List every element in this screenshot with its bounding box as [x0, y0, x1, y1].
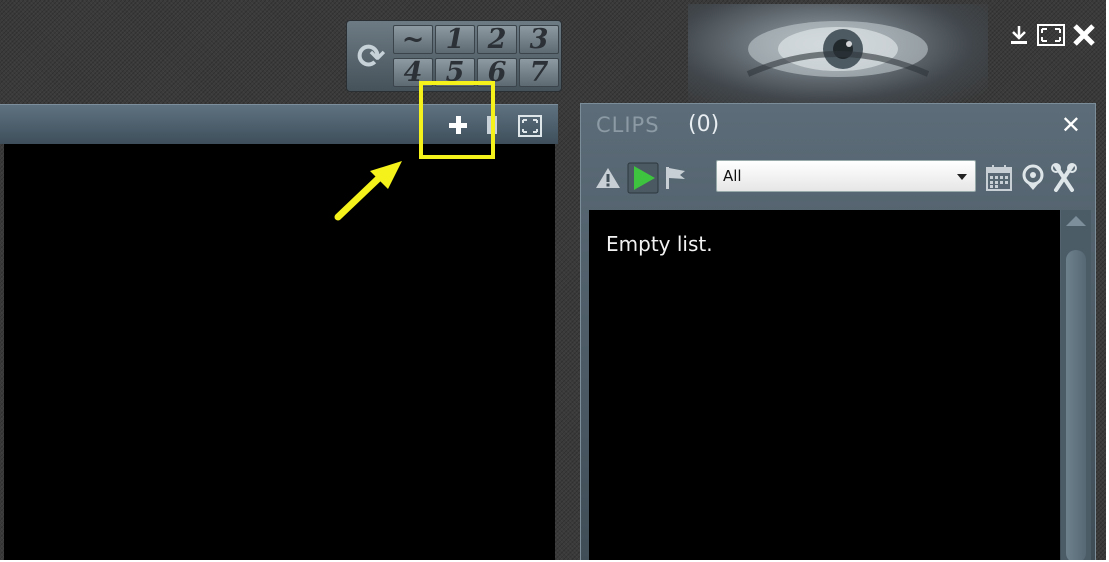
- alert-icon[interactable]: [595, 162, 621, 194]
- close-icon[interactable]: ✕: [1061, 111, 1081, 139]
- fullscreen-icon[interactable]: [1036, 22, 1066, 48]
- app-window: ⟳ ~ 1 2 3 4 5 6 7 CLIPS (0) ✕ All Empty …: [0, 0, 1109, 562]
- clips-list[interactable]: Empty list.: [589, 210, 1060, 562]
- preset-button[interactable]: 2: [477, 25, 517, 54]
- window-controls: [1008, 22, 1096, 48]
- clips-title-bar: CLIPS (0) ✕: [581, 104, 1095, 146]
- preset-button[interactable]: 1: [435, 25, 475, 54]
- clips-scrollbar[interactable]: [1061, 210, 1091, 562]
- clips-count: (0): [688, 112, 720, 137]
- pointer-arrow-icon: [334, 161, 402, 221]
- empty-list-message: Empty list.: [606, 232, 713, 256]
- preset-button[interactable]: 3: [519, 25, 559, 54]
- clips-panel: CLIPS (0) ✕ All Empty list.: [580, 103, 1096, 562]
- tools-icon[interactable]: [1051, 162, 1077, 194]
- close-icon[interactable]: [1072, 22, 1096, 48]
- preset-button[interactable]: ~: [393, 25, 433, 54]
- clips-title: CLIPS: [596, 113, 660, 137]
- scroll-thumb[interactable]: [1066, 250, 1086, 562]
- expand-icon[interactable]: [518, 115, 542, 137]
- flag-icon[interactable]: [663, 162, 687, 194]
- highlight-box: [419, 81, 495, 159]
- eye-banner-image: [688, 4, 988, 104]
- filter-dropdown[interactable]: All: [716, 160, 976, 192]
- scroll-up-arrow-icon[interactable]: [1066, 216, 1086, 226]
- preset-button[interactable]: 7: [519, 58, 559, 87]
- refresh-icon[interactable]: ⟳: [351, 25, 391, 89]
- download-icon[interactable]: [1008, 22, 1030, 48]
- video-viewport[interactable]: [4, 144, 555, 560]
- calendar-icon[interactable]: [985, 162, 1013, 194]
- play-icon[interactable]: [627, 162, 659, 194]
- clips-toolbar: All: [589, 154, 1089, 202]
- location-pin-icon[interactable]: [1021, 162, 1045, 194]
- chevron-down-icon: [957, 174, 967, 180]
- filter-selected-value: All: [723, 167, 742, 185]
